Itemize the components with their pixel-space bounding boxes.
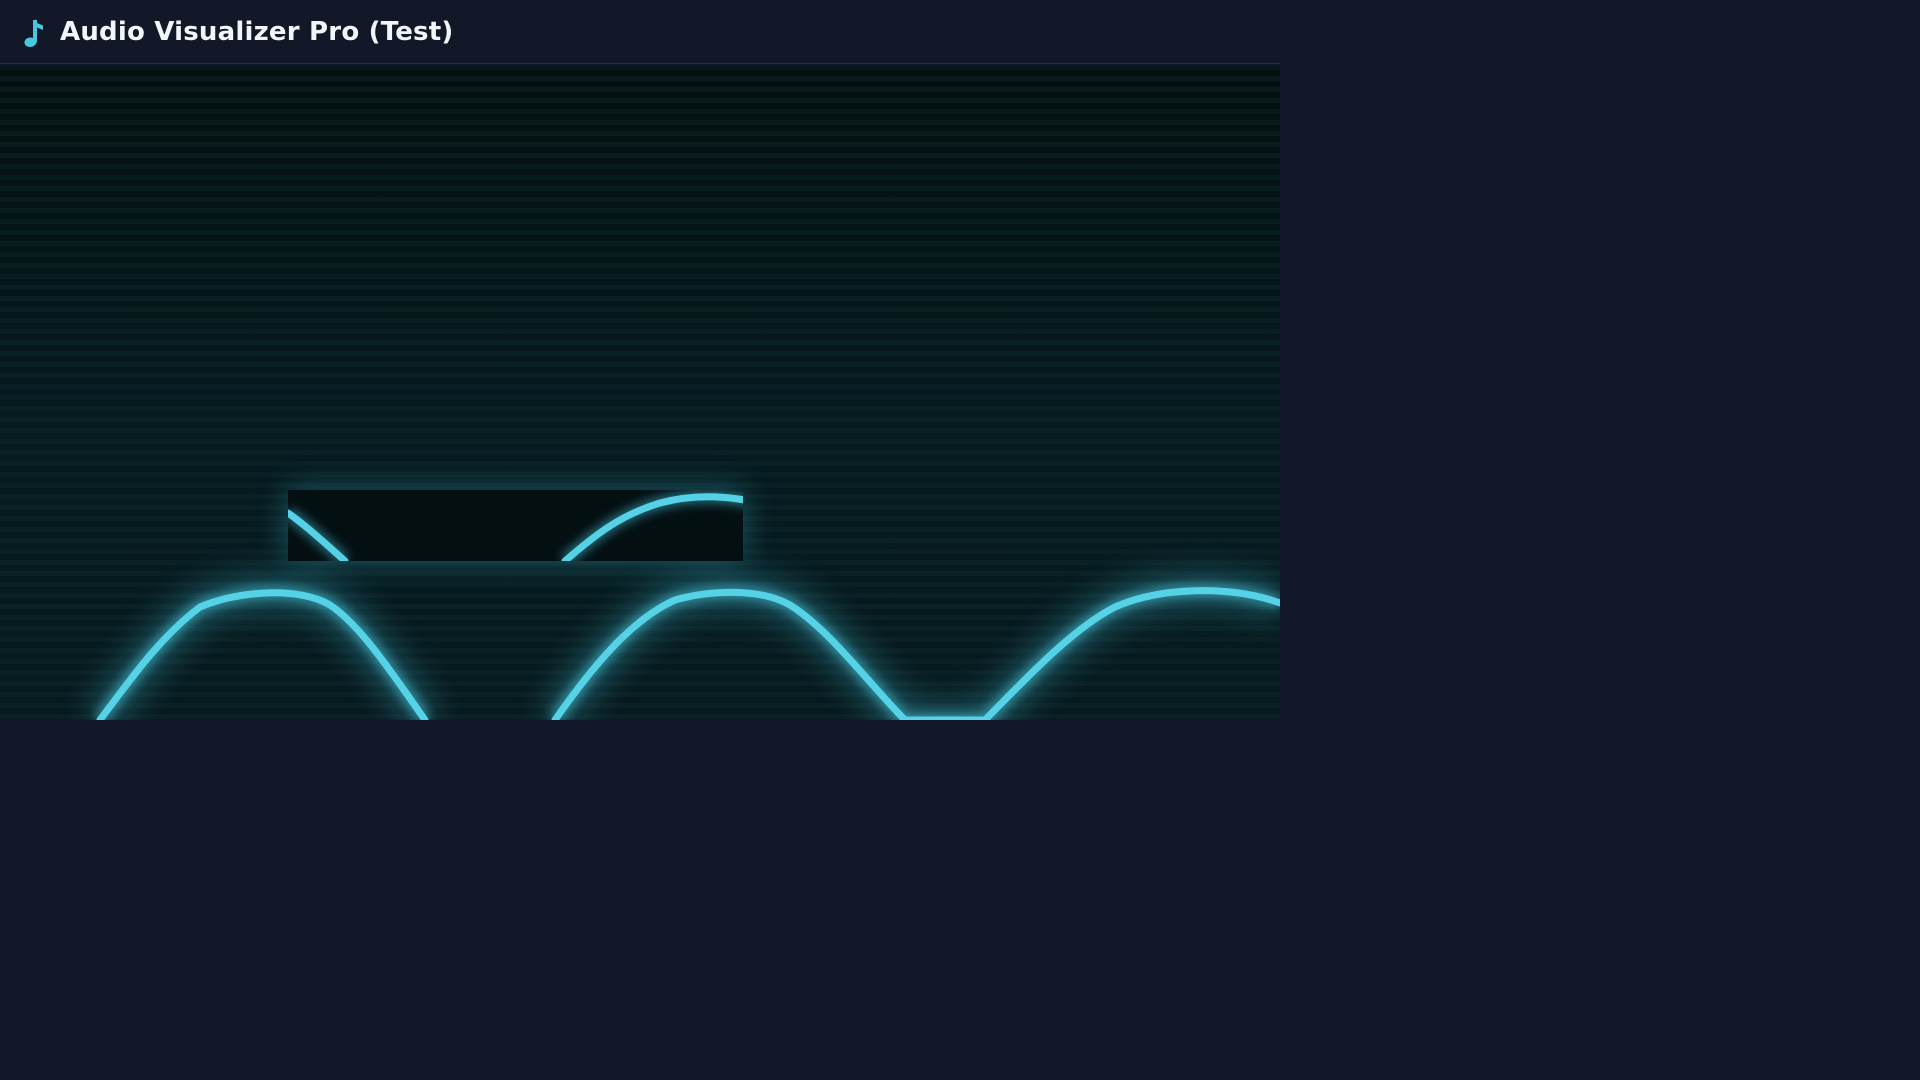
visualizer-canvas <box>0 65 1280 720</box>
preview-window <box>288 490 743 561</box>
waveform-display <box>0 65 1280 720</box>
music-note-icon <box>24 20 43 47</box>
app-title: Audio Visualizer Pro (Test) <box>60 17 454 47</box>
title-bar: Audio Visualizer Pro (Test) <box>0 0 1280 64</box>
